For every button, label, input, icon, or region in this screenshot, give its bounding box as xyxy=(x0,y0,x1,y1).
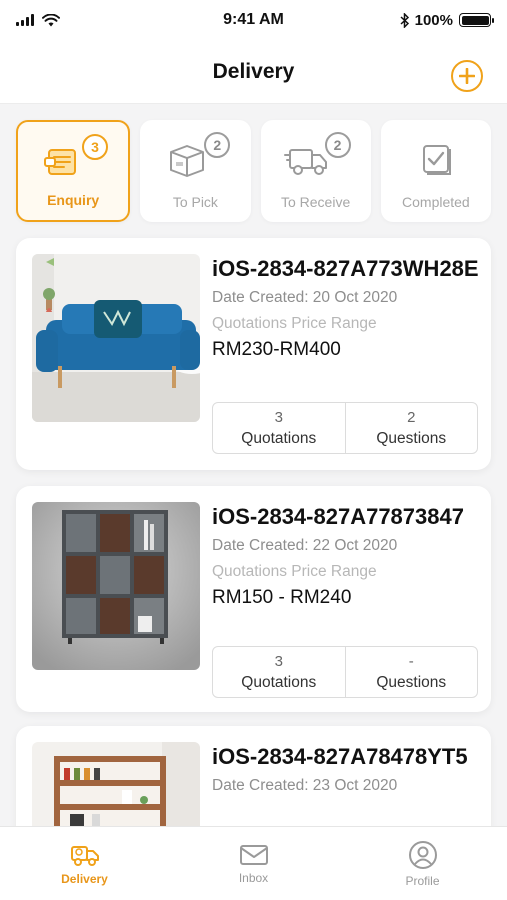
box-icon xyxy=(170,145,205,177)
plus-circle-icon xyxy=(459,68,475,84)
questions-count: - xyxy=(408,653,414,670)
nav-label: Inbox xyxy=(238,870,269,885)
price-range-label: Quotations Price Range xyxy=(212,315,377,332)
status-bar: 9:41 AM 100% xyxy=(0,0,507,40)
price-range: RM150 - RM240 xyxy=(212,587,352,608)
quotations-label: Quotations xyxy=(241,430,317,447)
signal-icon xyxy=(16,14,34,26)
page-title: Delivery xyxy=(212,59,295,83)
status-tabs: 3 Enquiry 2 To Pick 2 To Receive Complet… xyxy=(16,120,491,222)
tab-badge: 2 xyxy=(204,132,231,158)
card-stats: 3 Quotations 2 Questions xyxy=(212,402,478,454)
tab-label: To Pick xyxy=(172,194,218,210)
tab-label: Completed xyxy=(402,194,470,210)
battery-icon xyxy=(459,13,494,27)
tab-badge: 2 xyxy=(324,132,351,158)
bottom-nav: Delivery Inbox Profile xyxy=(0,826,507,900)
nav-label: Profile xyxy=(405,873,440,888)
profile-icon xyxy=(408,840,437,869)
delivery-truck-icon xyxy=(70,845,99,866)
date-created: Date Created: 20 Oct 2020 xyxy=(212,289,398,306)
tab-label: To Receive xyxy=(280,194,351,210)
card-body: iOS-2834-827A77873847 Date Created: 22 O… xyxy=(212,502,479,609)
app-header: Delivery xyxy=(0,40,507,104)
tab-to-pick[interactable]: 2 To Pick xyxy=(140,120,251,222)
quotations-count: 3 xyxy=(274,409,283,426)
quotations-stat[interactable]: 3 Quotations xyxy=(213,403,345,453)
card-body: iOS-2834-827A78478YT5 Date Created: 23 O… xyxy=(212,742,479,795)
checklist-icon xyxy=(422,145,451,175)
questions-stat[interactable]: 2 Questions xyxy=(344,403,478,453)
add-button[interactable] xyxy=(451,60,483,92)
enquiry-id: iOS-2834-827A77873847 xyxy=(212,504,464,529)
nav-label: Delivery xyxy=(61,871,108,886)
quotations-stat[interactable]: 3 Quotations xyxy=(213,647,345,697)
battery-percent: 100% xyxy=(414,11,453,29)
nav-inbox[interactable]: Inbox xyxy=(169,827,338,900)
nav-delivery[interactable]: Delivery xyxy=(0,827,169,900)
enquiry-id: iOS-2834-827A773WH28E xyxy=(212,256,479,281)
tab-completed[interactable]: Completed xyxy=(380,120,491,222)
tab-enquiry[interactable]: 3 Enquiry xyxy=(16,120,131,222)
mail-icon xyxy=(239,844,268,865)
questions-count: 2 xyxy=(407,409,416,426)
tab-badge: 3 xyxy=(82,134,108,160)
enquiry-id: iOS-2834-827A78478YT5 xyxy=(212,744,468,769)
card-body: iOS-2834-827A773WH28E Date Created: 20 O… xyxy=(212,254,479,361)
card-stats: 3 Quotations - Questions xyxy=(212,646,478,698)
questions-stat[interactable]: - Questions xyxy=(344,647,478,697)
tab-to-receive[interactable]: 2 To Receive xyxy=(260,120,371,222)
bluetooth-icon xyxy=(400,12,409,28)
quotations-label: Quotations xyxy=(241,674,317,691)
enquiry-icon xyxy=(44,149,77,175)
quotations-count: 3 xyxy=(274,653,283,670)
price-range: RM230-RM400 xyxy=(212,339,341,360)
questions-label: Questions xyxy=(376,430,447,447)
date-created: Date Created: 23 Oct 2020 xyxy=(212,777,398,794)
status-left xyxy=(16,13,136,27)
date-created: Date Created: 22 Oct 2020 xyxy=(212,537,398,554)
tab-label: Enquiry xyxy=(47,192,100,208)
bookshelf-image xyxy=(32,502,200,670)
blue-sofa-image xyxy=(32,254,200,422)
price-range-label: Quotations Price Range xyxy=(212,563,377,580)
enquiry-card[interactable]: iOS-2834-827A77873847 Date Created: 22 O… xyxy=(16,486,491,712)
status-time: 9:41 AM xyxy=(223,11,284,28)
nav-profile[interactable]: Profile xyxy=(338,827,507,900)
enquiry-card[interactable]: iOS-2834-827A773WH28E Date Created: 20 O… xyxy=(16,238,491,470)
status-right: 100% xyxy=(371,11,494,29)
wifi-icon xyxy=(42,13,60,26)
questions-label: Questions xyxy=(376,674,447,691)
